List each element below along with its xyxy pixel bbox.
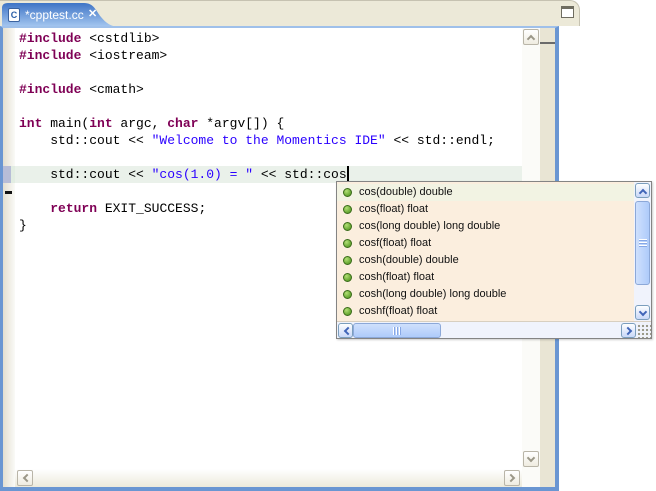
popup-hscroll-thumb[interactable] [353,323,441,338]
code-text: argc, [113,116,168,131]
public-function-icon [343,205,352,214]
completion-item-label: cosh(float) float [359,271,434,283]
scroll-right-button[interactable] [504,470,520,486]
horizontal-scrollbar[interactable] [15,469,522,487]
popup-scroll-left-button[interactable] [338,323,353,338]
public-function-icon [343,239,352,248]
tab-cpptest[interactable]: C *cpptest.cc ✕ [2,3,122,27]
overview-marker[interactable] [540,42,555,44]
code-keyword: int [89,116,112,131]
chevron-up-icon [527,35,535,43]
maximize-icon [561,6,574,18]
code-keyword: char [167,116,198,131]
completion-item-label: cos(float) float [359,203,428,215]
code-keyword: #include [19,48,81,63]
code-text: <cmath> [81,82,143,97]
editor-tab-bar: C *cpptest.cc ✕ [0,0,580,26]
code-text: } [19,218,27,233]
popup-scroll-right-button[interactable] [621,323,636,338]
completion-item-label: cosf(float) float [359,237,431,249]
scroll-up-button[interactable] [523,29,539,45]
code-line[interactable]: std::cout << "Welcome to the Momentics I… [15,132,522,149]
code-string: "cos(1.0) = " [152,167,253,182]
popup-horizontal-scrollbar[interactable] [337,321,651,338]
code-line[interactable]: #include <cstdlib> [15,30,522,47]
completion-item[interactable]: coshf(float) float [337,303,634,320]
chevron-up-icon [639,189,647,197]
completion-item-label: cos(double) double [359,186,453,198]
code-text: << std::cos [253,167,347,182]
code-string: "Welcome to the Momentics IDE" [152,133,386,148]
chevron-down-icon [527,454,535,462]
ide-editor-window: C *cpptest.cc ✕ #include <cstdlib>#inclu… [0,0,656,491]
chevron-left-icon [344,327,352,335]
code-text: EXIT_SUCCESS; [97,201,206,216]
scroll-down-button[interactable] [523,451,539,467]
code-text: main( [42,116,89,131]
code-text [19,201,50,216]
public-function-icon [343,188,352,197]
completion-item[interactable]: cos(double) double [337,184,634,201]
popup-vertical-scrollbar[interactable] [634,182,651,321]
code-line[interactable]: int main(int argc, char *argv[]) { [15,115,522,132]
popup-scroll-down-button[interactable] [635,305,650,320]
code-line[interactable]: #include <cmath> [15,81,522,98]
completion-item-label: cosh(long double) long double [359,288,506,300]
code-keyword: #include [19,31,81,46]
code-text: std::cout << [19,133,152,148]
completion-popup: cos(double) double cos(float) float cos(lo… [336,181,652,339]
code-text: std::cout << [19,167,152,182]
code-text: *argv[]) { [198,116,284,131]
public-function-icon [343,273,352,282]
code-text: << std::endl; [386,133,495,148]
code-keyword: #include [19,82,81,97]
popup-vscroll-thumb[interactable] [635,201,650,285]
code-text: <iostream> [81,48,167,63]
code-line[interactable]: #include <iostream> [15,47,522,64]
popup-scroll-up-button[interactable] [635,183,650,198]
public-function-icon [343,307,352,316]
chevron-right-icon [624,327,632,335]
public-function-icon [343,290,352,299]
close-icon[interactable]: ✕ [88,7,97,20]
completion-item-label: cosh(double) double [359,254,459,266]
popup-hscroll-track[interactable] [441,322,620,338]
code-text: <cstdlib> [81,31,159,46]
resize-grip[interactable] [636,323,651,338]
annotation-ruler [3,28,15,487]
code-line[interactable] [15,149,522,166]
code-line[interactable] [15,64,522,81]
chevron-down-icon [639,308,647,316]
c-source-file-icon: C [8,8,20,22]
fold-marker[interactable] [5,191,12,194]
text-caret [347,166,349,181]
completion-item[interactable]: cosh(double) double [337,252,634,269]
public-function-icon [343,222,352,231]
completion-item-label: coshf(float) float [359,305,437,317]
code-keyword: return [50,201,97,216]
tab-title: *cpptest.cc [25,8,84,22]
completion-list: cos(double) double cos(float) float cos(lo… [337,182,634,321]
code-keyword: int [19,116,42,131]
code-line[interactable] [15,98,522,115]
current-line-ruler-marker [3,166,15,183]
completion-item-label: cos(long double) long double [359,220,500,232]
completion-item[interactable]: cos(float) float [337,201,634,218]
maximize-button[interactable] [561,6,576,20]
chevron-left-icon [23,474,31,482]
scroll-left-button[interactable] [17,470,33,486]
chevron-right-icon [507,474,515,482]
public-function-icon [343,256,352,265]
completion-item[interactable]: cosh(float) float [337,269,634,286]
completion-item[interactable]: cos(long double) long double [337,218,634,235]
completion-item[interactable]: cosh(long double) long double [337,286,634,303]
completion-item[interactable]: cosf(float) float [337,235,634,252]
